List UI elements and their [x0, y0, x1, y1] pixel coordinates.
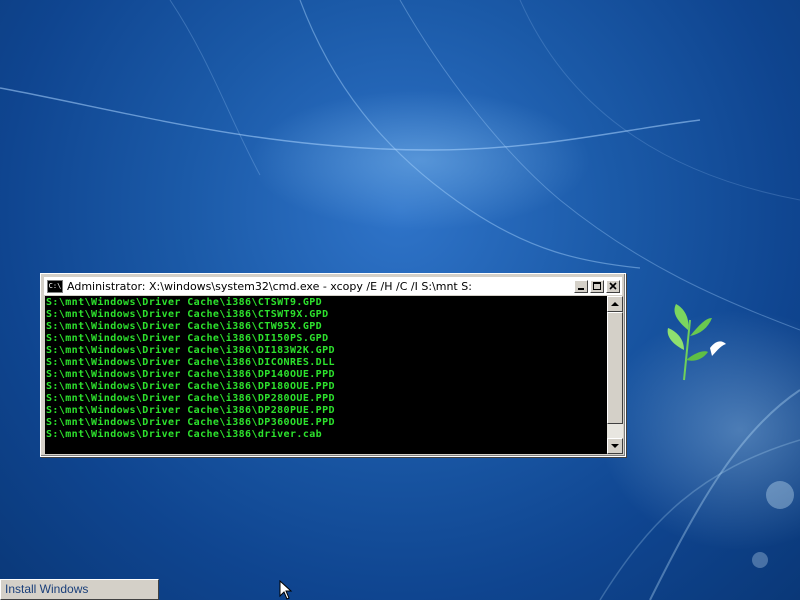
- console-line: S:\mnt\Windows\Driver Cache\i386\DI183W2…: [46, 345, 335, 356]
- console-line: S:\mnt\Windows\Driver Cache\i386\DP140OU…: [46, 369, 335, 380]
- console-line: S:\mnt\Windows\Driver Cache\i386\DP360OU…: [46, 417, 335, 428]
- window-controls: [574, 279, 620, 293]
- console-line: S:\mnt\Windows\Driver Cache\i386\CTSWT9X…: [46, 309, 329, 320]
- maximize-button[interactable]: [590, 279, 604, 293]
- cmd-icon[interactable]: C:\: [47, 279, 63, 293]
- close-button[interactable]: [606, 279, 620, 293]
- vertical-scrollbar[interactable]: [607, 296, 623, 454]
- scroll-down-button[interactable]: [607, 438, 623, 454]
- maximize-icon: [593, 281, 601, 290]
- console-line: S:\mnt\Windows\Driver Cache\i386\DI150PS…: [46, 333, 329, 344]
- scroll-thumb[interactable]: [607, 312, 623, 424]
- console-line: S:\mnt\Windows\Driver Cache\i386\DP280OU…: [46, 393, 335, 404]
- arrow-down-icon: [611, 444, 619, 448]
- window-title: Administrator: X:\windows\system32\cmd.e…: [67, 279, 472, 293]
- close-icon: [609, 281, 617, 290]
- console-line: S:\mnt\Windows\Driver Cache\i386\driver.…: [46, 429, 323, 440]
- console-line: S:\mnt\Windows\Driver Cache\i386\DP280PU…: [46, 405, 335, 416]
- arrow-cursor-icon: [279, 580, 293, 600]
- cmd-window[interactable]: C:\ Administrator: X:\windows\system32\c…: [40, 273, 626, 457]
- scroll-up-button[interactable]: [607, 296, 623, 312]
- install-windows-taskbar-button[interactable]: Install Windows: [0, 579, 159, 600]
- console-output[interactable]: S:\mnt\Windows\Driver Cache\i386\CTSWT9.…: [45, 296, 607, 454]
- console-line: S:\mnt\Windows\Driver Cache\i386\CTW95X.…: [46, 321, 323, 332]
- minimize-icon: [578, 287, 584, 290]
- title-bar[interactable]: C:\ Administrator: X:\windows\system32\c…: [44, 277, 622, 295]
- console-line: S:\mnt\Windows\Driver Cache\i386\DP180OU…: [46, 381, 335, 392]
- console-line: S:\mnt\Windows\Driver Cache\i386\CTSWT9.…: [46, 297, 323, 308]
- arrow-up-icon: [611, 302, 619, 306]
- minimize-button[interactable]: [574, 279, 588, 293]
- console-line: S:\mnt\Windows\Driver Cache\i386\DICONRE…: [46, 357, 335, 368]
